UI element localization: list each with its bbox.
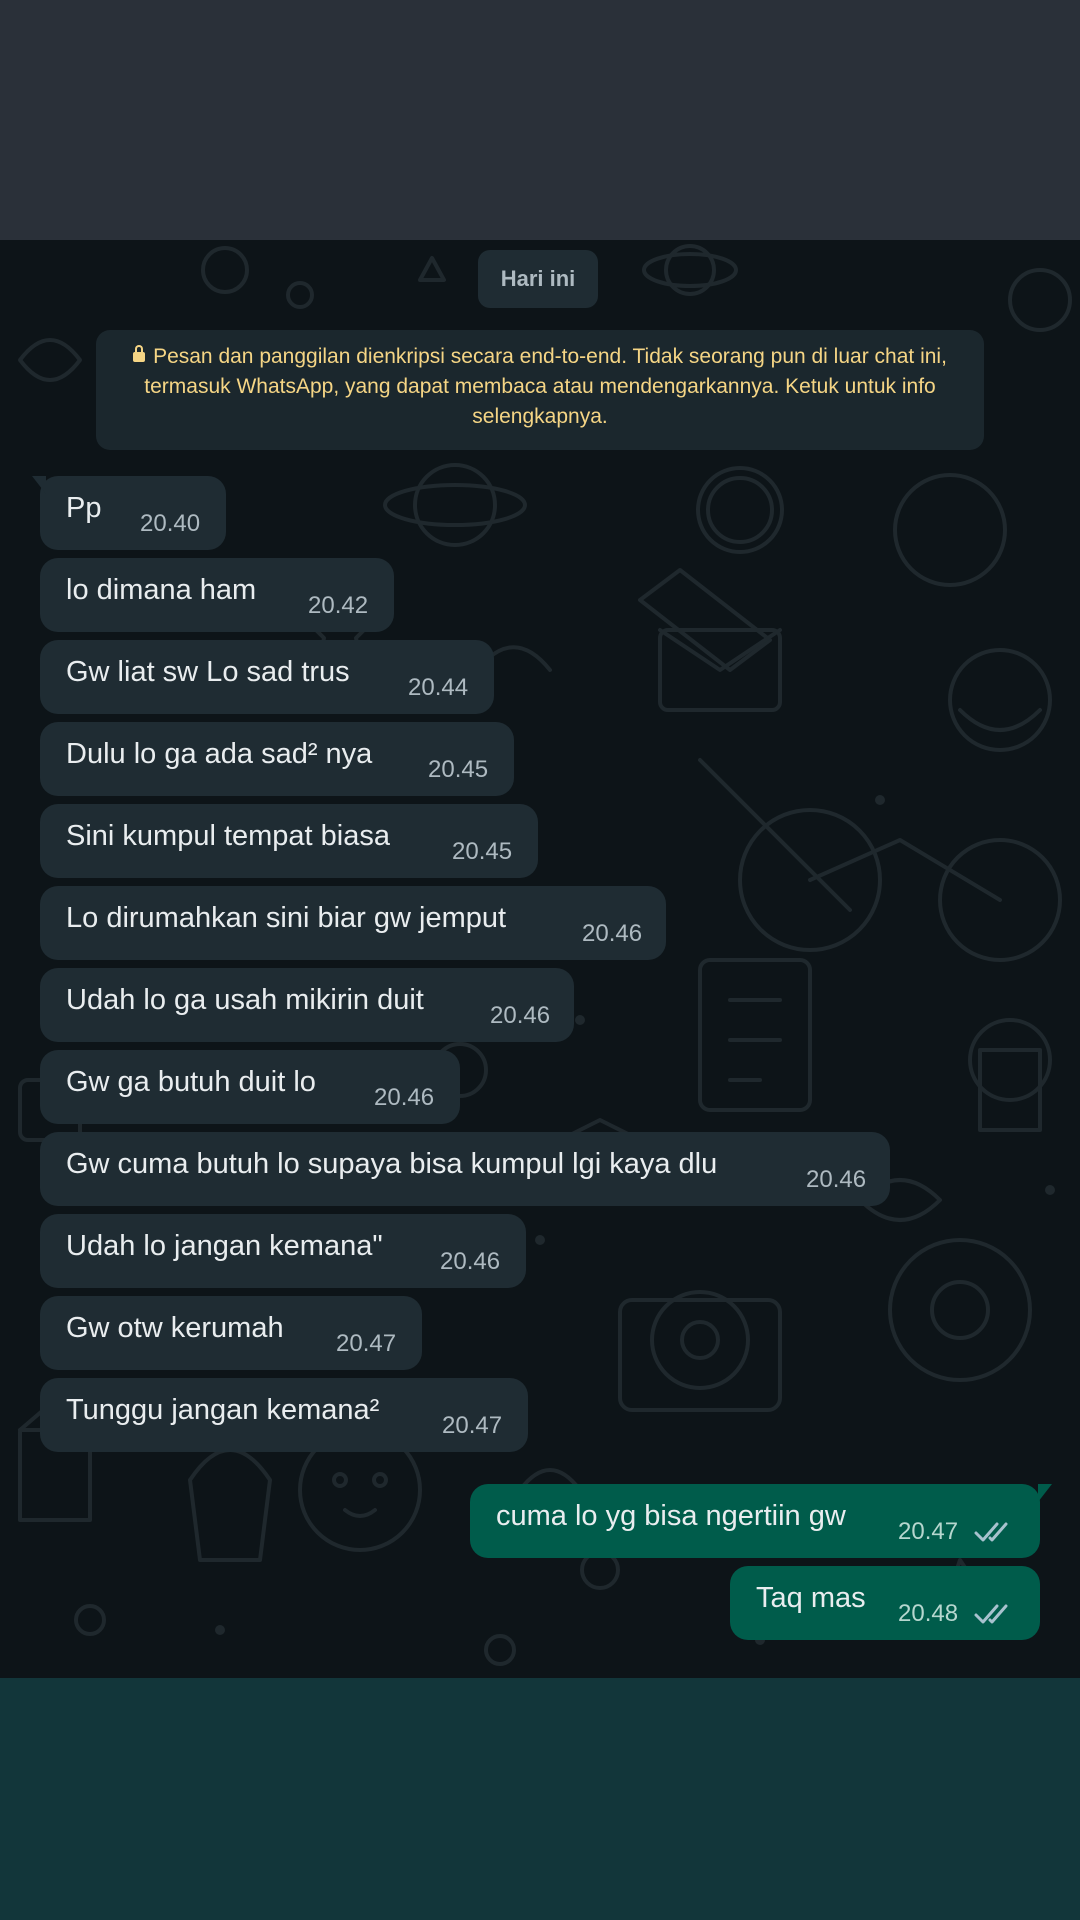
message-time: 20.46 xyxy=(806,1166,867,1193)
encryption-notice[interactable]: Pesan dan panggilan dienkripsi secara en… xyxy=(96,330,984,450)
message-time: 20.47 xyxy=(336,1330,397,1357)
message-time: 20.46 xyxy=(582,920,643,947)
double-check-read-icon xyxy=(974,1522,1008,1542)
message-text: Pp xyxy=(66,492,102,524)
message-text: Lo dirumahkan sini biar gw jemput xyxy=(66,902,507,934)
message-text: Gw cuma butuh lo supaya bisa kumpul lgi … xyxy=(66,1148,718,1180)
double-check-read-icon xyxy=(974,1604,1008,1624)
message-bubble-incoming[interactable]: Tunggu jangan kemana² 20.47 xyxy=(40,1378,528,1452)
message-text: cuma lo yg bisa ngertiin gw xyxy=(496,1500,846,1532)
bubble-tail xyxy=(32,476,46,494)
lock-icon xyxy=(133,345,146,362)
message-bubble-incoming[interactable]: Dulu lo ga ada sad² nya 20.45 xyxy=(40,722,514,796)
message-time: 20.47 xyxy=(442,1412,503,1439)
message-time: 20.46 xyxy=(440,1248,501,1275)
message-bubble-outgoing[interactable]: cuma lo yg bisa ngertiin gw 20.47 xyxy=(470,1484,1052,1558)
message-bubble-incoming[interactable]: lo dimana ham 20.42 xyxy=(40,558,394,632)
message-time: 20.48 xyxy=(898,1600,959,1627)
message-bubble-incoming[interactable]: Pp 20.40 xyxy=(32,476,226,550)
message-text: Gw liat sw Lo sad trus xyxy=(66,656,350,688)
message-text: Gw ga butuh duit lo xyxy=(66,1066,316,1098)
message-bubble-incoming[interactable]: Udah lo jangan kemana" 20.46 xyxy=(40,1214,526,1288)
message-bubble-incoming[interactable]: Udah lo ga usah mikirin duit 20.46 xyxy=(40,968,574,1042)
message-bubble-incoming[interactable]: Gw liat sw Lo sad trus 20.44 xyxy=(40,640,494,714)
chat-area[interactable]: Hari ini Pesan dan panggilan dienkripsi … xyxy=(0,240,1080,1678)
message-bubble-incoming[interactable]: Gw ga butuh duit lo 20.46 xyxy=(40,1050,460,1124)
date-chip: Hari ini xyxy=(478,250,598,308)
message-bubble-incoming[interactable]: Gw otw kerumah 20.47 xyxy=(40,1296,422,1370)
message-bubble-incoming[interactable]: Lo dirumahkan sini biar gw jemput 20.46 xyxy=(40,886,666,960)
message-bubble-incoming[interactable]: Gw cuma butuh lo supaya bisa kumpul lgi … xyxy=(40,1132,890,1206)
message-time: 20.47 xyxy=(898,1518,959,1545)
bubble-tail xyxy=(1038,1484,1052,1502)
message-time: 20.42 xyxy=(308,592,369,619)
message-text: Sini kumpul tempat biasa xyxy=(66,820,390,852)
message-bubble-outgoing[interactable]: Taq mas 20.48 xyxy=(730,1566,1040,1640)
message-text: Gw otw kerumah xyxy=(66,1312,284,1344)
status-bar-area xyxy=(0,0,1080,240)
message-text: Udah lo ga usah mikirin duit xyxy=(66,984,424,1016)
message-text: Tunggu jangan kemana² xyxy=(66,1394,380,1426)
message-time: 20.46 xyxy=(374,1084,435,1111)
message-text: Dulu lo ga ada sad² nya xyxy=(66,738,373,770)
message-time: 20.44 xyxy=(408,674,469,701)
message-time: 20.45 xyxy=(428,756,489,783)
message-text: lo dimana ham xyxy=(66,574,257,606)
message-time: 20.45 xyxy=(452,838,513,865)
message-time: 20.40 xyxy=(140,510,201,537)
encryption-notice-text: Pesan dan panggilan dienkripsi secara en… xyxy=(144,345,947,428)
message-time: 20.46 xyxy=(490,1002,551,1029)
message-text: Taq mas xyxy=(756,1582,866,1614)
message-bubble-incoming[interactable]: Sini kumpul tempat biasa 20.45 xyxy=(40,804,538,878)
message-text: Udah lo jangan kemana" xyxy=(66,1230,383,1262)
bottom-area xyxy=(0,1678,1080,1920)
